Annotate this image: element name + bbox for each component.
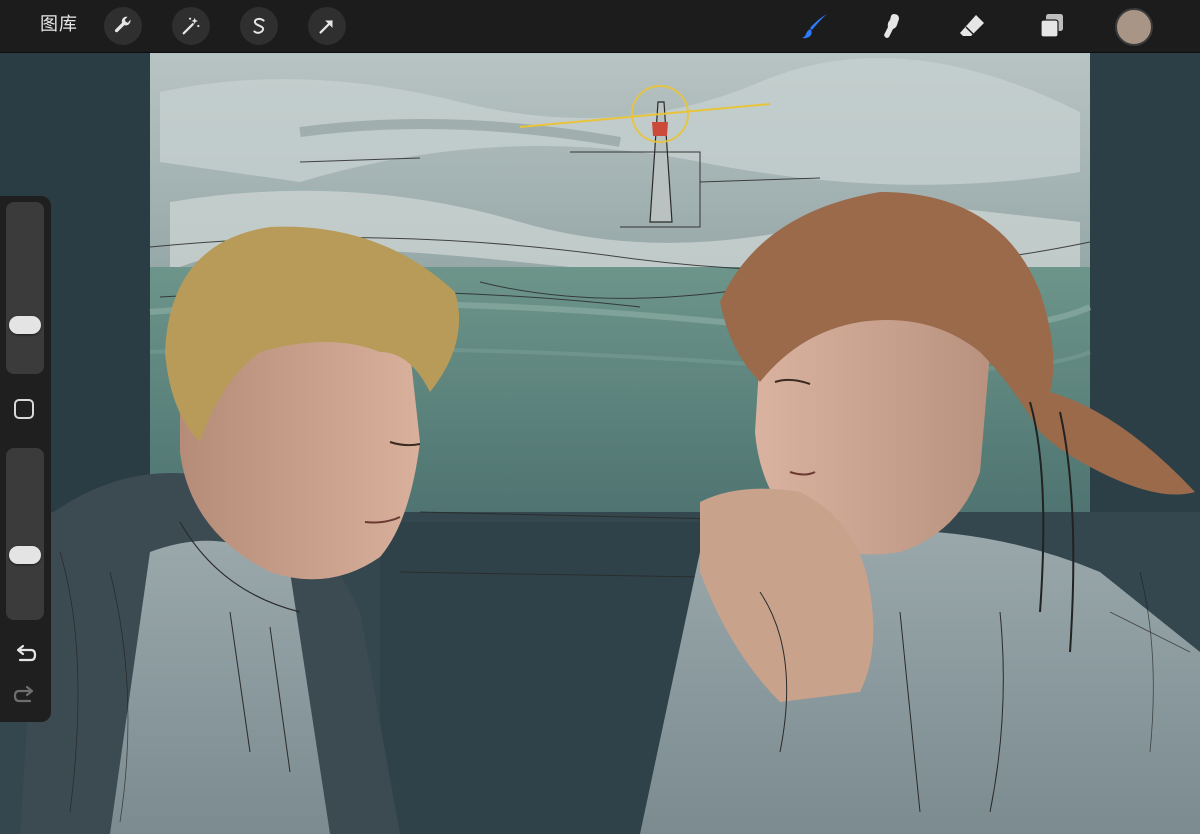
actions-button[interactable] bbox=[104, 7, 142, 45]
adjustments-button[interactable] bbox=[172, 7, 210, 45]
brush-size-slider[interactable] bbox=[6, 202, 44, 374]
wrench-icon bbox=[114, 16, 131, 33]
brush-icon bbox=[802, 14, 827, 39]
opacity-slider[interactable] bbox=[6, 448, 44, 620]
smudge-tool[interactable] bbox=[871, 7, 909, 45]
transform-button[interactable] bbox=[308, 7, 346, 45]
procreate-app: 图库 bbox=[0, 0, 1200, 834]
layers-icon bbox=[1040, 14, 1063, 38]
left-sidebar bbox=[0, 196, 51, 722]
arrow-cursor-icon bbox=[319, 20, 333, 34]
color-picker-swatch[interactable] bbox=[1115, 8, 1153, 46]
eraser-icon bbox=[960, 15, 984, 36]
redo-button[interactable] bbox=[12, 682, 38, 708]
redo-arrow-icon bbox=[13, 685, 34, 703]
top-toolbar: 图库 bbox=[0, 0, 1200, 53]
layers-tool[interactable] bbox=[1033, 7, 1071, 45]
selection-s-icon bbox=[253, 17, 265, 34]
drawing-canvas[interactable] bbox=[0, 52, 1200, 834]
magic-wand-icon bbox=[182, 17, 200, 35]
smudge-finger-icon bbox=[884, 14, 899, 38]
artwork bbox=[0, 52, 1200, 834]
gallery-button[interactable]: 图库 bbox=[40, 13, 78, 37]
undo-button[interactable] bbox=[12, 641, 38, 667]
eraser-tool[interactable] bbox=[953, 7, 991, 45]
modify-button[interactable] bbox=[14, 399, 34, 419]
opacity-thumb[interactable] bbox=[9, 545, 41, 564]
undo-arrow-icon bbox=[16, 644, 37, 662]
selection-button[interactable] bbox=[240, 7, 278, 45]
brush-size-thumb[interactable] bbox=[9, 316, 41, 334]
brush-tool[interactable] bbox=[796, 7, 834, 45]
